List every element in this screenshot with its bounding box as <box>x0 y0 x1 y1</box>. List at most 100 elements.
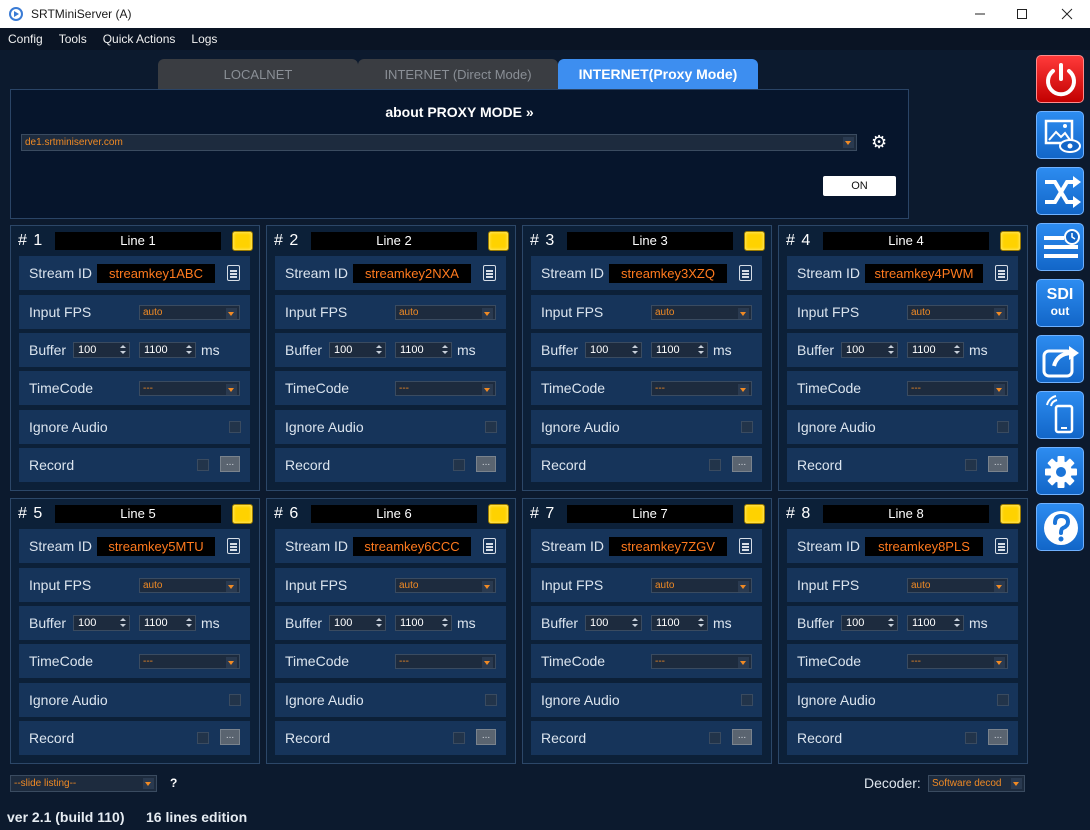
stream-id-field[interactable]: streamkey2NXA <box>353 264 471 283</box>
line-status-indicator[interactable] <box>744 231 765 251</box>
mobile-button[interactable] <box>1036 391 1084 439</box>
timecode-select[interactable]: --- <box>395 381 496 396</box>
power-button[interactable] <box>1036 55 1084 103</box>
menu-quick-actions[interactable]: Quick Actions <box>103 32 176 46</box>
timecode-select[interactable]: --- <box>907 381 1008 396</box>
input-fps-select[interactable]: auto <box>651 305 752 320</box>
input-fps-select[interactable]: auto <box>139 578 240 593</box>
buffer-max-stepper[interactable]: 1100 <box>139 342 196 358</box>
schedule-button[interactable] <box>1036 223 1084 271</box>
spin-arrows-icon[interactable] <box>888 345 894 355</box>
stream-id-field[interactable]: streamkey8PLS <box>865 537 983 556</box>
line-name-field[interactable]: Line 3 <box>567 232 733 250</box>
line-status-indicator[interactable] <box>488 504 509 524</box>
record-checkbox[interactable] <box>197 459 209 471</box>
line-name-field[interactable]: Line 6 <box>311 505 477 523</box>
copy-icon[interactable] <box>995 538 1008 554</box>
line-name-field[interactable]: Line 1 <box>55 232 221 250</box>
copy-icon[interactable] <box>483 265 496 281</box>
spin-arrows-icon[interactable] <box>120 345 126 355</box>
spin-arrows-icon[interactable] <box>888 618 894 628</box>
timecode-select[interactable]: --- <box>907 654 1008 669</box>
line-name-field[interactable]: Line 7 <box>567 505 733 523</box>
record-checkbox[interactable] <box>453 459 465 471</box>
help-button[interactable] <box>1036 503 1084 551</box>
record-checkbox[interactable] <box>453 732 465 744</box>
record-browse-button[interactable]: ... <box>476 456 496 472</box>
tab-internet-proxy[interactable]: INTERNET(Proxy Mode) <box>558 59 758 89</box>
copy-icon[interactable] <box>995 265 1008 281</box>
spin-arrows-icon[interactable] <box>954 618 960 628</box>
buffer-max-stepper[interactable]: 1100 <box>651 342 708 358</box>
copy-icon[interactable] <box>227 265 240 281</box>
spin-arrows-icon[interactable] <box>954 345 960 355</box>
record-browse-button[interactable]: ... <box>476 729 496 745</box>
line-status-indicator[interactable] <box>232 504 253 524</box>
ignore-audio-checkbox[interactable] <box>997 694 1009 706</box>
buffer-max-stepper[interactable]: 1100 <box>139 615 196 631</box>
spin-arrows-icon[interactable] <box>376 618 382 628</box>
input-fps-select[interactable]: auto <box>907 578 1008 593</box>
line-status-indicator[interactable] <box>232 231 253 251</box>
buffer-min-stepper[interactable]: 100 <box>841 342 898 358</box>
input-fps-select[interactable]: auto <box>907 305 1008 320</box>
ignore-audio-checkbox[interactable] <box>229 694 241 706</box>
decoder-select[interactable]: Software decod <box>928 775 1025 792</box>
preview-button[interactable] <box>1036 111 1084 159</box>
line-status-indicator[interactable] <box>488 231 509 251</box>
record-checkbox[interactable] <box>965 732 977 744</box>
line-name-field[interactable]: Line 5 <box>55 505 221 523</box>
ignore-audio-checkbox[interactable] <box>997 421 1009 433</box>
share-button[interactable] <box>1036 335 1084 383</box>
slide-help-link[interactable]: ? <box>170 776 177 790</box>
buffer-min-stepper[interactable]: 100 <box>585 342 642 358</box>
input-fps-select[interactable]: auto <box>395 578 496 593</box>
proxy-server-select[interactable]: de1.srtminiserver.com <box>21 134 857 151</box>
slide-listing-select[interactable]: --slide listing-- <box>10 775 157 792</box>
tab-internet-direct[interactable]: INTERNET (Direct Mode) <box>358 59 558 89</box>
buffer-max-stepper[interactable]: 1100 <box>395 342 452 358</box>
spin-arrows-icon[interactable] <box>698 618 704 628</box>
menu-logs[interactable]: Logs <box>191 32 217 46</box>
timecode-select[interactable]: --- <box>139 381 240 396</box>
shuffle-button[interactable] <box>1036 167 1084 215</box>
line-name-field[interactable]: Line 8 <box>823 505 989 523</box>
spin-arrows-icon[interactable] <box>632 618 638 628</box>
record-checkbox[interactable] <box>965 459 977 471</box>
stream-id-field[interactable]: streamkey5MTU <box>97 537 215 556</box>
copy-icon[interactable] <box>227 538 240 554</box>
spin-arrows-icon[interactable] <box>442 345 448 355</box>
menu-tools[interactable]: Tools <box>59 32 87 46</box>
input-fps-select[interactable]: auto <box>395 305 496 320</box>
minimize-button[interactable] <box>957 0 1003 28</box>
ignore-audio-checkbox[interactable] <box>485 694 497 706</box>
buffer-min-stepper[interactable]: 100 <box>329 615 386 631</box>
spin-arrows-icon[interactable] <box>698 345 704 355</box>
stream-id-field[interactable]: streamkey1ABC <box>97 264 215 283</box>
line-name-field[interactable]: Line 4 <box>823 232 989 250</box>
ignore-audio-checkbox[interactable] <box>741 694 753 706</box>
copy-icon[interactable] <box>739 265 752 281</box>
timecode-select[interactable]: --- <box>139 654 240 669</box>
close-button[interactable] <box>1044 0 1090 28</box>
buffer-max-stepper[interactable]: 1100 <box>395 615 452 631</box>
spin-arrows-icon[interactable] <box>376 345 382 355</box>
record-browse-button[interactable]: ... <box>988 456 1008 472</box>
record-browse-button[interactable]: ... <box>988 729 1008 745</box>
stream-id-field[interactable]: streamkey6CCC <box>353 537 471 556</box>
sdi-out-button[interactable]: SDI out <box>1036 279 1084 327</box>
input-fps-select[interactable]: auto <box>139 305 240 320</box>
stream-id-field[interactable]: streamkey3XZQ <box>609 264 727 283</box>
buffer-min-stepper[interactable]: 100 <box>841 615 898 631</box>
spin-arrows-icon[interactable] <box>186 618 192 628</box>
settings-button[interactable] <box>1036 447 1084 495</box>
buffer-min-stepper[interactable]: 100 <box>73 342 130 358</box>
record-browse-button[interactable]: ... <box>732 456 752 472</box>
timecode-select[interactable]: --- <box>651 654 752 669</box>
record-checkbox[interactable] <box>709 459 721 471</box>
spin-arrows-icon[interactable] <box>186 345 192 355</box>
buffer-min-stepper[interactable]: 100 <box>73 615 130 631</box>
proxy-settings-gear-icon[interactable]: ⚙ <box>871 132 887 152</box>
record-checkbox[interactable] <box>709 732 721 744</box>
copy-icon[interactable] <box>739 538 752 554</box>
